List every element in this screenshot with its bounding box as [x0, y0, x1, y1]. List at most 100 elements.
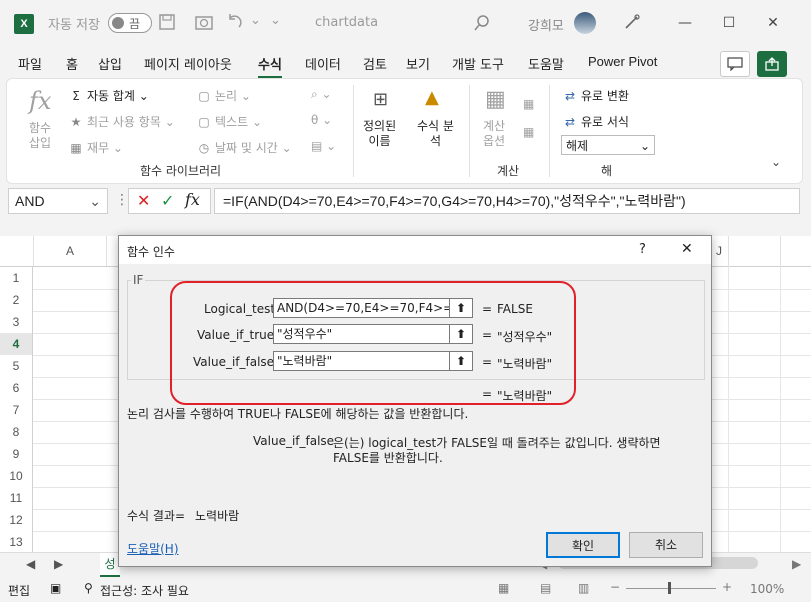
normal-view-icon[interactable]: ▦ — [498, 581, 509, 595]
autosave-toggle[interactable]: 끔 — [108, 13, 152, 33]
pen-icon[interactable] — [622, 12, 642, 32]
menu-data[interactable]: 데이터 — [305, 54, 341, 73]
more-icon[interactable]: ⋮ — [115, 192, 129, 208]
row-header[interactable]: 1 — [0, 267, 32, 290]
row-header[interactable]: 13 — [0, 531, 32, 554]
column-header-a[interactable]: A — [34, 236, 107, 266]
file-name: chartdata — [315, 15, 379, 30]
menu-help[interactable]: 도움말 — [528, 54, 564, 73]
dialog-close-button[interactable]: ✕ — [681, 241, 693, 257]
zoom-out-icon[interactable]: − — [610, 580, 620, 594]
menu-home[interactable]: 홈 — [66, 54, 78, 73]
datetime-button[interactable]: ◷ 날짜 및 시간 ⌄ — [197, 139, 292, 156]
macro-record-icon[interactable]: ▣ — [50, 581, 61, 595]
dissolve-select[interactable]: 해제 ⌄ — [561, 135, 655, 155]
calc-sheet-icon[interactable]: ▦ — [523, 125, 534, 139]
avatar[interactable] — [574, 12, 596, 34]
insert-function-icon[interactable]: fx — [29, 87, 51, 115]
zoom-slider-thumb[interactable] — [668, 582, 671, 594]
dialog-title-bar[interactable]: 함수 인수 ? ✕ — [119, 236, 711, 264]
ok-button[interactable]: 확인 — [546, 532, 620, 558]
row-header[interactable]: 6 — [0, 377, 32, 400]
accessibility-icon[interactable]: ⚲ — [84, 581, 93, 595]
undo-icon[interactable] — [224, 12, 244, 32]
menu-developer[interactable]: 개발 도구 — [452, 54, 504, 73]
column-header[interactable] — [729, 236, 781, 266]
name-box-value: AND — [15, 193, 45, 209]
cancel-button[interactable]: 취소 — [629, 532, 703, 558]
confirm-icon[interactable]: ✓ — [161, 191, 174, 210]
menu-page-layout[interactable]: 페이지 레이아웃 — [144, 54, 232, 73]
row-header[interactable]: 2 — [0, 289, 32, 312]
row-header[interactable]: 5 — [0, 355, 32, 378]
logical-button[interactable]: ▢ 논리 ⌄ — [197, 87, 251, 104]
cancel-icon[interactable]: ✕ — [137, 191, 150, 210]
text-button[interactable]: ▢ 텍스트 ⌄ — [197, 113, 262, 130]
prev-sheet-icon[interactable]: ◀ — [26, 557, 35, 571]
page-layout-view-icon[interactable]: ▤ — [540, 581, 551, 595]
row-header[interactable]: 10 — [0, 465, 32, 488]
row-header[interactable]: 7 — [0, 399, 32, 422]
formula-auditing-button[interactable]: 수식 분 석 — [417, 119, 454, 149]
menu-power-pivot[interactable]: Power Pivot — [588, 54, 657, 69]
highlight-annotation — [170, 281, 576, 405]
calc-options-button[interactable]: 계산 옵션 — [483, 119, 505, 149]
euro-format-icon: ⇄ — [564, 115, 576, 129]
math-button[interactable]: θ ⌄ — [311, 113, 332, 127]
user-name: 강희모 — [528, 19, 564, 34]
minimize-button[interactable]: — — [663, 0, 707, 46]
menu-review[interactable]: 검토 — [363, 54, 387, 73]
lookup-button[interactable]: ⌕ ⌄ — [311, 87, 332, 102]
customize-dropdown-icon[interactable]: ⌄ — [270, 13, 281, 28]
sheet-tab[interactable]: 성 — [100, 553, 120, 577]
arg-description-line2: FALSE를 반환합니다. — [333, 451, 443, 465]
menu-insert[interactable]: 삽입 — [98, 54, 122, 73]
search-icon[interactable] — [472, 13, 492, 33]
maximize-button[interactable]: ☐ — [707, 0, 751, 46]
share-button[interactable] — [757, 51, 787, 77]
menu-view[interactable]: 보기 — [406, 54, 430, 73]
select-all-corner[interactable] — [0, 236, 34, 266]
toggle-knob — [112, 17, 124, 29]
undo-dropdown-icon[interactable]: ⌄ — [250, 13, 261, 28]
close-window-button[interactable]: ✕ — [751, 0, 795, 46]
dialog-help-button[interactable]: ? — [639, 242, 646, 257]
financial-button[interactable]: ▦ 재무 ⌄ — [69, 139, 123, 156]
zoom-level[interactable]: 100% — [750, 582, 784, 596]
zoom-slider[interactable] — [626, 588, 716, 589]
menu-file[interactable]: 파일 — [18, 54, 42, 73]
clock-icon: ◷ — [198, 141, 210, 155]
name-box[interactable]: AND ⌄ — [8, 188, 108, 214]
euro-convert-icon: ⇄ — [564, 89, 576, 103]
autosum-button[interactable]: Σ 자동 합계 ⌄ — [69, 87, 149, 104]
row-header[interactable]: 8 — [0, 421, 32, 444]
calc-now-icon[interactable]: ▦ — [523, 97, 534, 111]
camera-icon[interactable] — [194, 13, 214, 31]
defined-names-button[interactable]: 정의된 이름 — [363, 119, 396, 149]
help-link[interactable]: 도움말(H) — [127, 540, 179, 557]
more-functions-button[interactable]: ▤ ⌄ — [311, 139, 336, 153]
zoom-in-icon[interactable]: + — [722, 580, 732, 594]
save-icon[interactable] — [158, 13, 176, 31]
next-sheet-icon[interactable]: ▶ — [54, 557, 63, 571]
row-header[interactable]: 12 — [0, 509, 32, 532]
recent-functions-button[interactable]: ★ 최근 사용 항목 ⌄ — [69, 113, 175, 130]
chevron-down-icon[interactable]: ⌄ — [89, 189, 101, 213]
row-header-selected[interactable]: 4 — [0, 333, 32, 356]
column-header-j[interactable]: J — [710, 236, 729, 266]
collapse-ribbon-icon[interactable]: ⌄ — [771, 155, 781, 169]
euro-convert-button[interactable]: ⇄ 유로 변환 — [563, 87, 629, 104]
insert-function-button[interactable]: 함수 삽입 — [29, 121, 51, 151]
row-header[interactable]: 9 — [0, 443, 32, 466]
formula-input[interactable]: =IF(AND(D4>=70,E4>=70,F4>=70,G4>=70,H4>=… — [214, 188, 800, 214]
accessibility-status[interactable]: 접근성: 조사 필요 — [100, 582, 189, 599]
row-header[interactable]: 11 — [0, 487, 32, 510]
page-break-view-icon[interactable]: ▥ — [578, 581, 589, 595]
row-header[interactable]: 3 — [0, 311, 32, 334]
insert-function-icon[interactable]: fx — [185, 190, 200, 209]
menu-formulas[interactable]: 수식 — [258, 54, 282, 79]
scroll-right-icon[interactable]: ▶ — [792, 557, 801, 571]
comments-button[interactable] — [720, 51, 750, 77]
euro-format-button[interactable]: ⇄ 유로 서식 — [563, 113, 629, 130]
formula-buttons: ✕ ✓ fx — [128, 188, 211, 214]
